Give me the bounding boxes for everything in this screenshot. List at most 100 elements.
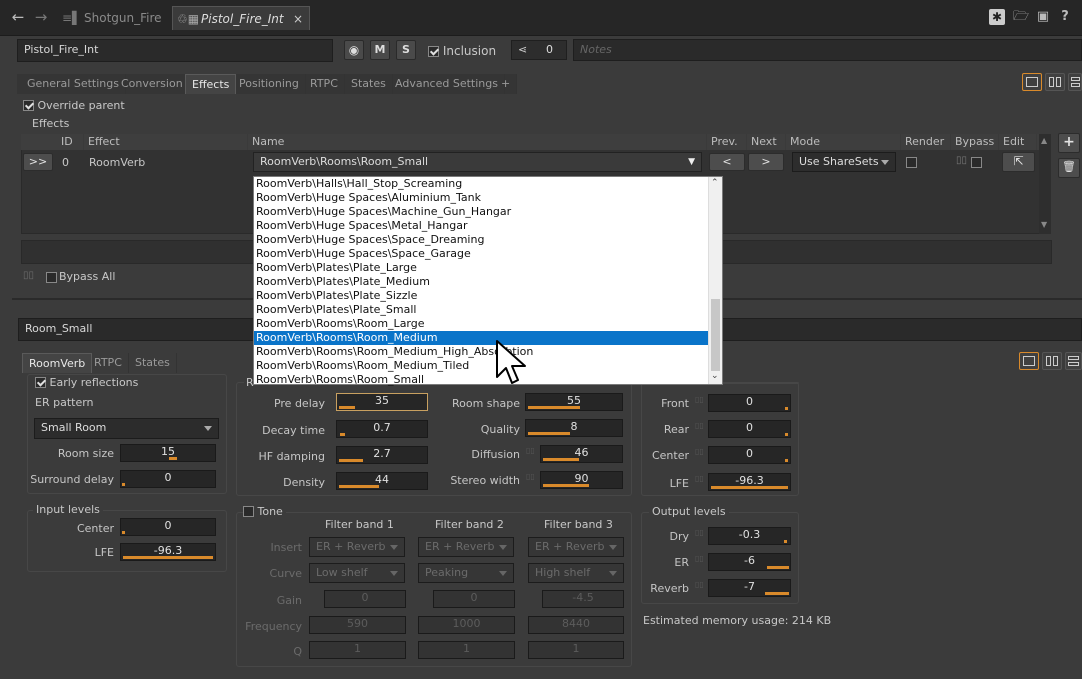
layout-single-icon[interactable] (1019, 352, 1039, 370)
room-size-slider[interactable]: 15 (120, 444, 216, 462)
layout-columns-icon[interactable] (1042, 352, 1062, 370)
tab-rtpc[interactable]: RTPC (304, 74, 345, 94)
mix-lfe-slider[interactable]: -96.3 (708, 473, 791, 491)
table-scrollbar[interactable]: ▲ ▼ (1039, 134, 1051, 234)
tone-toggle[interactable]: Tone (243, 505, 286, 518)
front-slider[interactable]: 0 (708, 394, 791, 412)
help-icon[interactable]: ? (1056, 7, 1074, 27)
stereo-width-slider[interactable]: 90 (540, 471, 623, 489)
scroll-down-icon[interactable]: ⌄ (711, 371, 719, 381)
tab-positioning[interactable]: Positioning (233, 74, 306, 94)
tab-effects[interactable]: Effects (185, 74, 237, 94)
decay-time-slider[interactable]: 0.7 (336, 420, 428, 438)
dropdown-item[interactable]: RoomVerb\Huge Spaces\Machine_Gun_Hangar (254, 205, 708, 219)
curve-band-1-dropdown[interactable]: Low shelf (309, 563, 405, 583)
layout-columns-icon[interactable] (1045, 73, 1065, 91)
frequency-band-3-slider[interactable]: 8440 (528, 616, 624, 634)
diffusion-slider[interactable]: 46 (540, 445, 623, 463)
mix-center-slider[interactable]: 0 (708, 446, 791, 464)
q-band-2-slider[interactable]: 1 (418, 641, 515, 659)
dropdown-item[interactable]: RoomVerb\Plates\Plate_Sizzle (254, 289, 708, 303)
notes-field[interactable]: Notes (573, 39, 1082, 61)
q-band-3-slider[interactable]: 1 (528, 641, 624, 659)
back-arrow-icon[interactable]: ← (9, 7, 27, 27)
tab-conversion[interactable]: Conversion (115, 74, 190, 94)
tab-shotgun-fire[interactable]: ≡▌ Shotgun_Fire (56, 6, 168, 30)
prev-button[interactable]: < (709, 153, 745, 171)
dropdown-item[interactable]: RoomVerb\Huge Spaces\Space_Garage (254, 247, 708, 261)
insert-band-2-dropdown[interactable]: ER + Reverb (418, 537, 514, 557)
dropdown-item[interactable]: RoomVerb\Rooms\Room_Medium_High_Absorbti… (254, 345, 708, 359)
dropdown-item[interactable]: RoomVerb\Huge Spaces\Metal_Hangar (254, 219, 708, 233)
render-checkbox[interactable] (906, 157, 917, 168)
override-parent-toggle[interactable]: Override parent (23, 99, 125, 112)
reverb-level-slider[interactable]: -7 (708, 579, 791, 597)
inclusion-toggle[interactable]: Inclusion (428, 44, 496, 58)
dropdown-scrollbar[interactable]: ⌃ ⌄ (708, 177, 722, 384)
early-reflections-checkbox[interactable] (35, 377, 46, 388)
inclusion-checkbox[interactable] (428, 46, 439, 57)
asterisk-icon[interactable]: ✱ (989, 9, 1005, 25)
insert-band-3-dropdown[interactable]: ER + Reverb (528, 537, 624, 557)
insert-band-1-dropdown[interactable]: ER + Reverb (309, 537, 405, 557)
tone-checkbox[interactable] (243, 506, 254, 517)
tab-general-settings[interactable]: General Settings (21, 74, 126, 94)
render-toggle[interactable] (906, 156, 917, 169)
scroll-down-icon[interactable]: ▼ (1041, 220, 1047, 229)
surround-delay-slider[interactable]: 0 (120, 470, 216, 488)
quality-slider[interactable]: 8 (525, 419, 623, 437)
room-shape-slider[interactable]: 55 (525, 393, 623, 411)
scroll-up-icon[interactable]: ▲ (1041, 136, 1047, 145)
dropdown-item[interactable]: RoomVerb\Halls\Hall_Stop_Screaming (254, 177, 708, 191)
frequency-band-2-slider[interactable]: 1000 (418, 616, 515, 634)
dropdown-item[interactable]: RoomVerb\Rooms\Room_Medium_Tiled (254, 359, 708, 373)
gain-band-1-slider[interactable]: 0 (324, 590, 406, 608)
dropdown-item[interactable]: RoomVerb\Huge Spaces\Space_Dreaming (254, 233, 708, 247)
tab-add[interactable]: + (495, 74, 518, 94)
tab-pistol-fire-int[interactable]: ♲▦ Pistol_Fire_Int × (172, 6, 310, 30)
q-band-1-slider[interactable]: 1 (309, 641, 406, 659)
dropdown-item[interactable]: RoomVerb\Plates\Plate_Large (254, 261, 708, 275)
layout-rows-icon[interactable] (1068, 73, 1082, 91)
gain-band-3-slider[interactable]: -4.5 (542, 590, 624, 608)
edit-effect-button[interactable]: ⇱ (1002, 152, 1035, 172)
gain-band-2-slider[interactable]: 0 (433, 590, 515, 608)
early-reflections-toggle[interactable]: Early reflections (35, 376, 142, 389)
folder-icon[interactable]: 🗁 (1012, 7, 1030, 27)
tab-rtpc[interactable]: RTPC (88, 353, 129, 373)
pre-delay-slider[interactable]: 35 (336, 393, 428, 411)
trash-icon[interactable]: 🗑 (1058, 158, 1080, 178)
dropdown-item[interactable]: RoomVerb\Plates\Plate_Small (254, 303, 708, 317)
er-pattern-dropdown[interactable]: Small Room (34, 418, 219, 439)
frequency-band-1-slider[interactable]: 590 (309, 616, 406, 634)
er-level-slider[interactable]: -6 (708, 553, 791, 571)
rear-slider[interactable]: 0 (708, 420, 791, 438)
curve-band-2-dropdown[interactable]: Peaking (418, 563, 514, 583)
layout-single-icon[interactable] (1022, 73, 1042, 91)
close-icon[interactable]: × (293, 7, 303, 31)
effect-name-dropdown-list[interactable]: RoomVerb\Halls\Hall_Stop_Screaming RoomVe… (253, 176, 723, 387)
effect-name-dropdown[interactable]: RoomVerb\Rooms\Room_Small ▼ (253, 152, 702, 172)
expand-row-button[interactable]: >> (23, 153, 53, 171)
bypass-all-checkbox[interactable] (46, 272, 57, 283)
tab-roomverb[interactable]: RoomVerb (22, 353, 93, 373)
dropdown-item[interactable]: RoomVerb\Rooms\Room_Small (254, 373, 708, 387)
override-parent-checkbox[interactable] (23, 100, 34, 111)
density-slider[interactable]: 44 (336, 472, 428, 490)
add-effect-button[interactable]: + (1058, 133, 1080, 153)
scroll-thumb[interactable] (711, 299, 720, 371)
layout-rows-icon[interactable] (1065, 352, 1082, 370)
forward-arrow-icon[interactable]: → (32, 7, 50, 27)
object-name-field[interactable]: Pistol_Fire_Int (17, 39, 333, 62)
curve-band-3-dropdown[interactable]: High shelf (528, 563, 624, 583)
dropdown-item[interactable]: RoomVerb\Huge Spaces\Aluminium_Tank (254, 191, 708, 205)
tab-advanced-settings[interactable]: Advanced Settings (389, 74, 505, 94)
dropdown-item[interactable]: RoomVerb\Plates\Plate_Medium (254, 275, 708, 289)
mode-dropdown[interactable]: Use ShareSets (792, 152, 896, 172)
dry-slider[interactable]: -0.3 (708, 527, 791, 545)
color-palette-icon[interactable]: ◉ (344, 40, 364, 60)
next-button[interactable]: > (748, 153, 784, 171)
solo-button[interactable]: S (396, 40, 416, 60)
dropdown-item[interactable]: RoomVerb\Rooms\Room_Medium (254, 331, 708, 345)
share-reference-button[interactable]: ⋖ 0 (511, 40, 567, 60)
